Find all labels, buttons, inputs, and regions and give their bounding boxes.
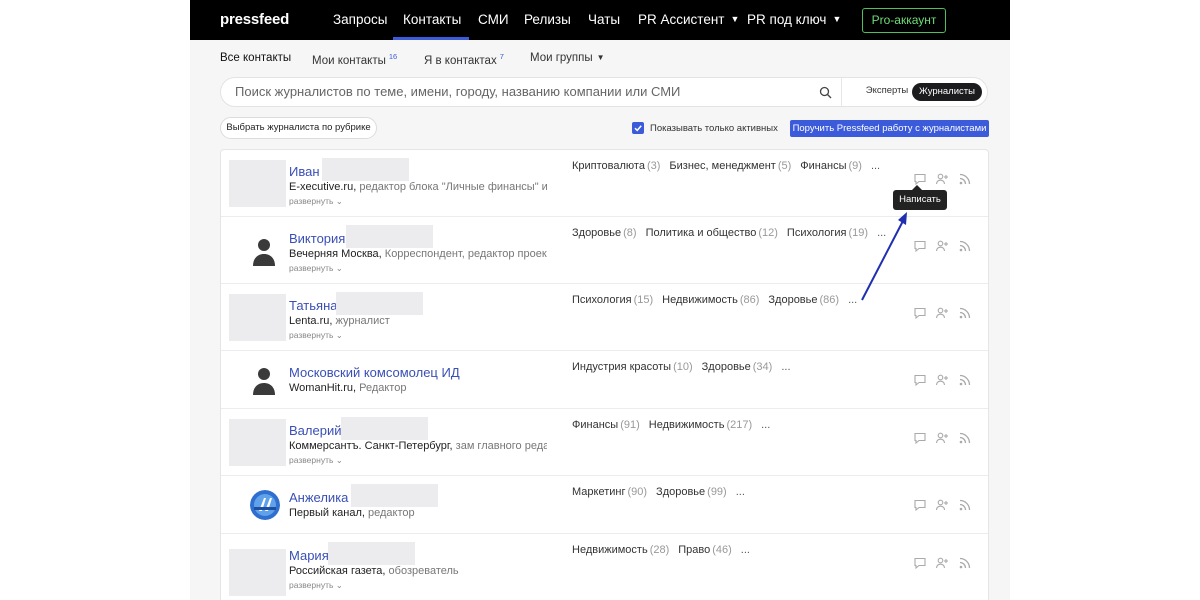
annotation-arrow xyxy=(861,212,907,301)
page: pressfeed Запросы Контакты СМИ Релизы Ча… xyxy=(0,0,1200,600)
app-window: pressfeed Запросы Контакты СМИ Релизы Ча… xyxy=(190,0,1010,600)
